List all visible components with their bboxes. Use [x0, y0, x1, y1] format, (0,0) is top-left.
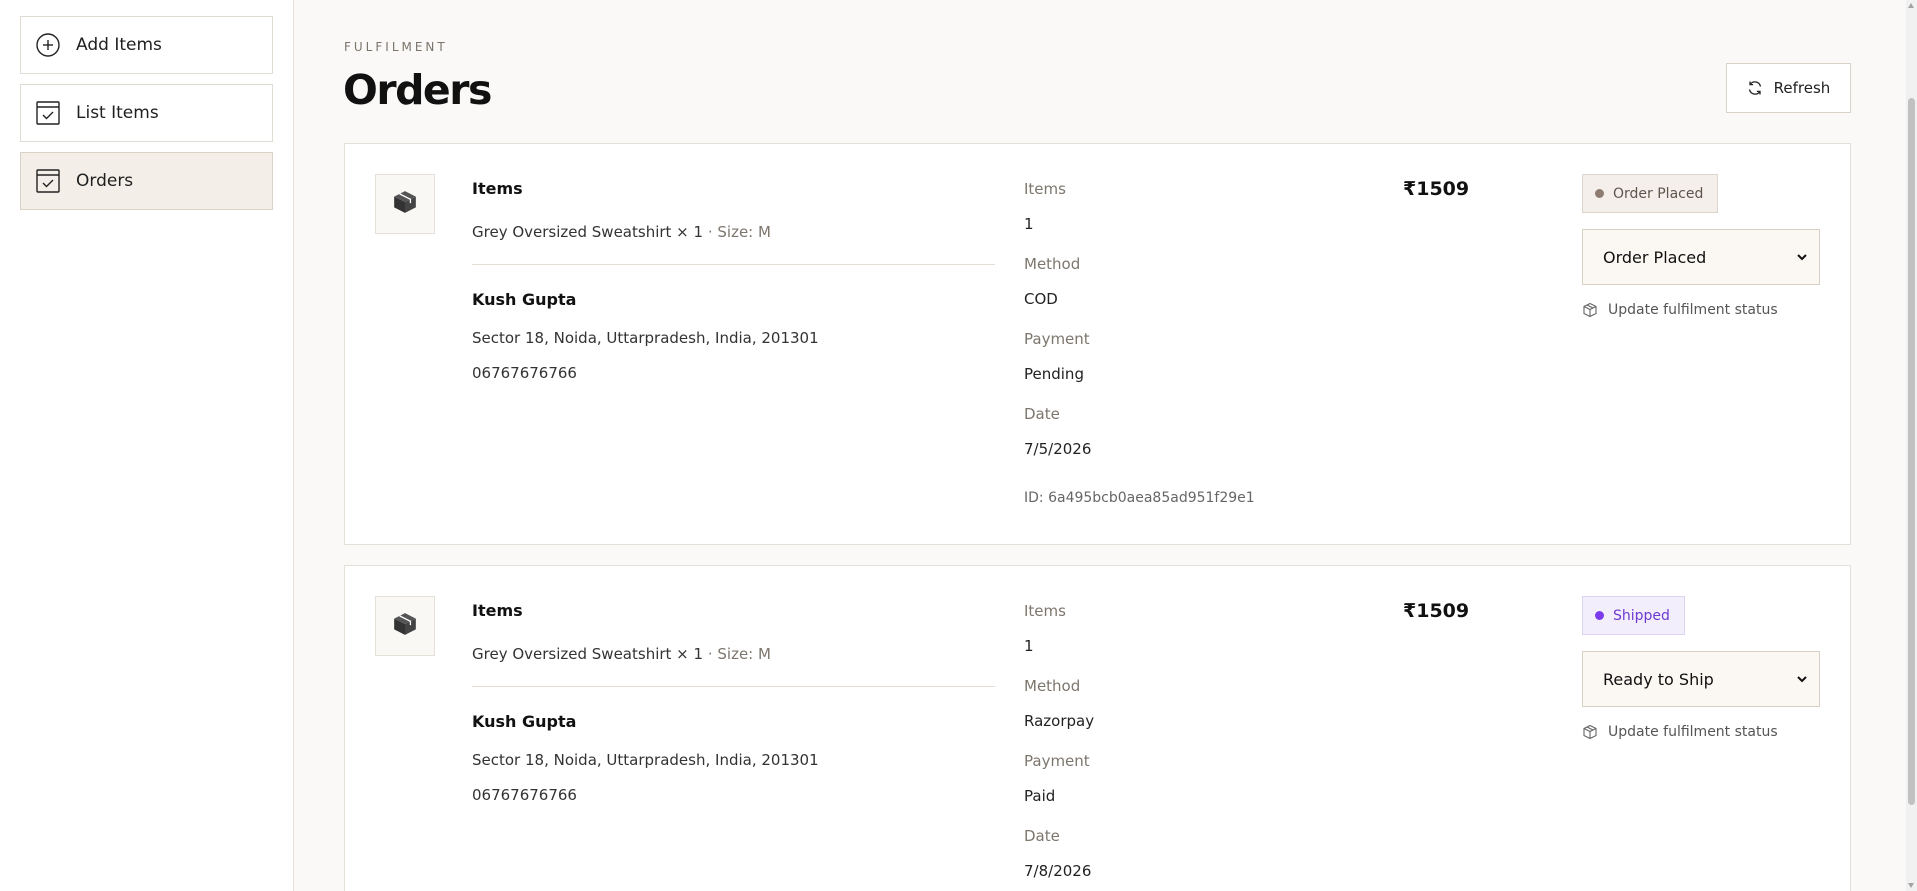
order-card: Items Grey Oversized Sweatshirt × 1 · Si…	[344, 143, 1851, 545]
fulfilment-hint: Update fulfilment status	[1582, 724, 1778, 740]
payment-label: Payment	[1024, 330, 1090, 348]
items-count-label: Items	[1024, 602, 1066, 620]
divider	[472, 686, 995, 687]
items-count-label: Items	[1024, 180, 1066, 198]
scroll-up-arrow[interactable]	[1908, 3, 1914, 8]
order-price: ₹1509	[1403, 600, 1470, 622]
sidebar-item-label: Orders	[76, 171, 134, 191]
fulfilment-hint: Update fulfilment status	[1582, 302, 1778, 318]
status-dot	[1595, 189, 1604, 198]
status-select[interactable]: Order Placed	[1582, 229, 1820, 285]
package-icon	[392, 611, 418, 641]
page-eyebrow: FULFILMENT	[344, 40, 448, 54]
main-content: FULFILMENT Orders Refresh Items Grey Ove…	[295, 0, 1906, 891]
sidebar-item-add-items[interactable]: Add Items	[20, 16, 273, 74]
date-value: 7/8/2026	[1024, 862, 1092, 880]
items-count-value: 1	[1024, 637, 1034, 655]
customer-phone: 06767676766	[472, 364, 577, 382]
chevron-down-icon	[1795, 672, 1809, 686]
method-label: Method	[1024, 677, 1081, 695]
customer-name: Kush Gupta	[472, 712, 577, 731]
sidebar-item-label: List Items	[76, 103, 159, 123]
divider	[472, 264, 995, 265]
fulfilment-hint-label: Update fulfilment status	[1608, 302, 1778, 318]
plus-circle-icon	[35, 32, 61, 58]
customer-name: Kush Gupta	[472, 290, 577, 309]
customer-address: Sector 18, Noida, Uttarpradesh, India, 2…	[472, 329, 819, 347]
date-value: 7/5/2026	[1024, 440, 1092, 458]
status-dot	[1595, 611, 1604, 620]
sidebar-item-orders[interactable]: Orders	[20, 152, 273, 210]
status-badge: Shipped	[1582, 596, 1685, 635]
method-label: Method	[1024, 255, 1081, 273]
date-label: Date	[1024, 827, 1060, 845]
order-price: ₹1509	[1403, 178, 1470, 200]
sidebar: Add Items List Items Orders	[0, 0, 294, 891]
status-select[interactable]: Ready to Ship	[1582, 651, 1820, 707]
status-badge-label: Order Placed	[1613, 185, 1704, 202]
order-id: ID: 6a495bcb0aea85ad951f29e1	[1024, 490, 1255, 506]
chevron-down-icon	[1795, 250, 1809, 264]
scrollbar[interactable]	[1906, 0, 1917, 891]
scrollbar-thumb[interactable]	[1908, 98, 1915, 805]
package-outline-icon	[1582, 724, 1598, 740]
item-name: Grey Oversized Sweatshirt × 1	[472, 645, 704, 663]
refresh-label: Refresh	[1773, 79, 1831, 97]
status-badge-label: Shipped	[1613, 607, 1670, 624]
payment-value: Pending	[1024, 365, 1084, 383]
scroll-down-arrow[interactable]	[1908, 883, 1914, 888]
package-outline-icon	[1582, 302, 1598, 318]
sidebar-item-label: Add Items	[76, 35, 162, 55]
item-line: Grey Oversized Sweatshirt × 1 · Size: M	[472, 645, 771, 663]
order-card: Items Grey Oversized Sweatshirt × 1 · Si…	[344, 565, 1851, 891]
method-value: Razorpay	[1024, 712, 1095, 730]
package-icon	[392, 189, 418, 219]
fulfilment-hint-label: Update fulfilment status	[1608, 724, 1778, 740]
sidebar-item-list-items[interactable]: List Items	[20, 84, 273, 142]
item-line: Grey Oversized Sweatshirt × 1 · Size: M	[472, 223, 771, 241]
date-label: Date	[1024, 405, 1060, 423]
status-select-value: Ready to Ship	[1603, 669, 1714, 689]
item-size: · Size: M	[703, 223, 771, 241]
customer-phone: 06767676766	[472, 786, 577, 804]
customer-address: Sector 18, Noida, Uttarpradesh, India, 2…	[472, 751, 819, 769]
status-select-value: Order Placed	[1603, 247, 1707, 267]
item-name: Grey Oversized Sweatshirt × 1	[472, 223, 704, 241]
page-title: Orders	[343, 66, 492, 114]
status-badge: Order Placed	[1582, 174, 1719, 213]
checklist-icon	[35, 100, 61, 126]
product-thumbnail	[375, 596, 435, 656]
payment-value: Paid	[1024, 787, 1056, 805]
items-heading: Items	[472, 179, 523, 198]
product-thumbnail	[375, 174, 435, 234]
items-heading: Items	[472, 601, 523, 620]
payment-label: Payment	[1024, 752, 1090, 770]
item-size: · Size: M	[703, 645, 771, 663]
refresh-button[interactable]: Refresh	[1726, 63, 1851, 113]
refresh-icon	[1747, 80, 1763, 96]
method-value: COD	[1024, 290, 1058, 308]
items-count-value: 1	[1024, 215, 1034, 233]
checklist-icon	[35, 168, 61, 194]
